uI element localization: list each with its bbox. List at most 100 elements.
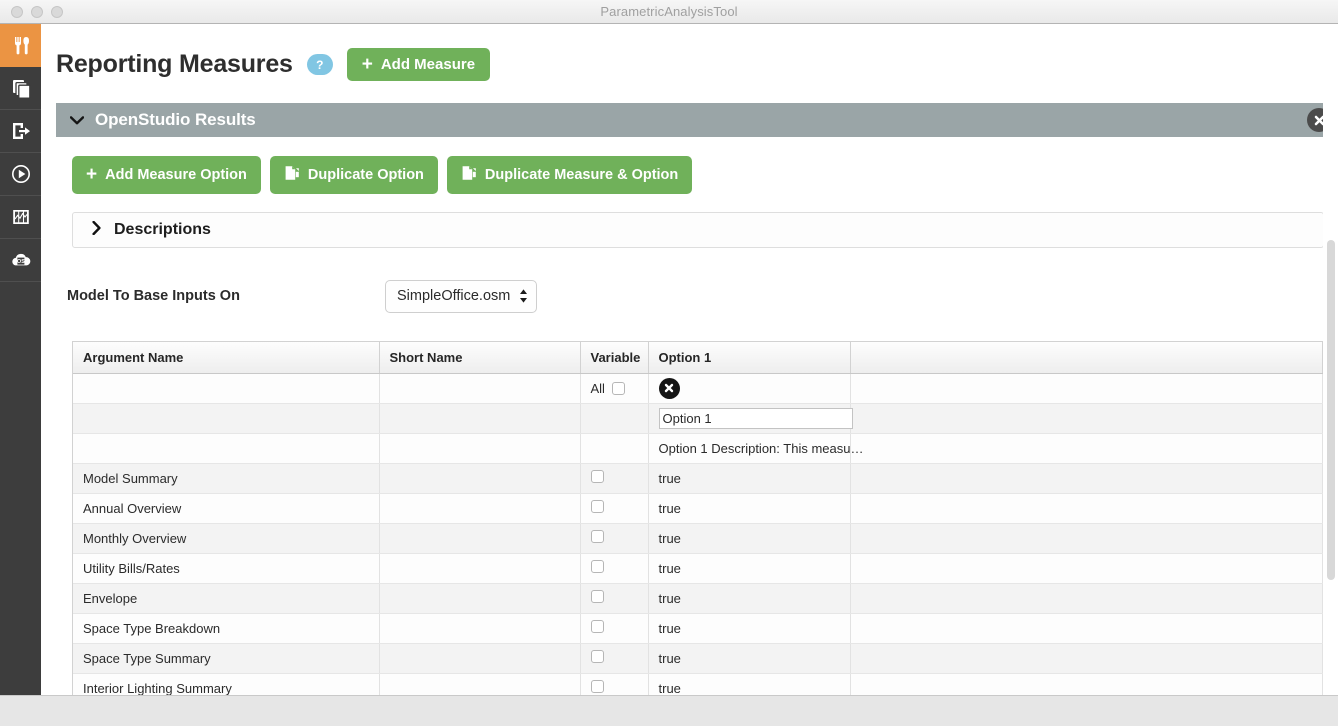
variable-cell [580, 403, 648, 433]
vertical-scrollbar[interactable] [1323, 28, 1338, 695]
spacer-cell [850, 403, 1323, 433]
chart-icon [10, 206, 32, 228]
variable-checkbox[interactable] [591, 650, 604, 663]
option-name-input[interactable] [659, 408, 853, 429]
table-head: Argument Name Short Name Variable Option… [73, 342, 1323, 374]
option-remove-cell [648, 373, 850, 403]
argument-name-cell: Envelope [73, 583, 379, 613]
sidebar-item-run[interactable] [0, 153, 41, 196]
left-sidebar: OS [0, 24, 41, 695]
argument-name-cell: Annual Overview [73, 493, 379, 523]
copy-layers-icon [10, 77, 32, 99]
add-measure-button[interactable]: + Add Measure [347, 48, 490, 81]
argument-name-cell: Utility Bills/Rates [73, 553, 379, 583]
argument-name-cell [73, 373, 379, 403]
select-all-checkbox[interactable] [612, 382, 625, 395]
spacer-cell [850, 433, 1323, 463]
spacer-cell [850, 553, 1323, 583]
column-header-variable[interactable]: Variable [580, 342, 648, 374]
scrollbar-thumb[interactable] [1327, 240, 1335, 580]
arguments-table: Argument Name Short Name Variable Option… [73, 342, 1323, 695]
option-value-cell[interactable]: true [648, 523, 850, 553]
add-measure-label: Add Measure [381, 57, 475, 72]
sidebar-item-cloud[interactable]: OS [0, 239, 41, 282]
short-name-cell[interactable] [379, 493, 580, 523]
short-name-cell [379, 373, 580, 403]
window-titlebar: ParametricAnalysisTool [0, 0, 1338, 24]
variable-cell [580, 673, 648, 695]
variable-checkbox[interactable] [591, 620, 604, 633]
chevron-right-icon[interactable] [92, 221, 101, 238]
help-icon[interactable]: ? [307, 54, 333, 75]
spacer-cell [850, 583, 1323, 613]
page-header: Reporting Measures ? + Add Measure [41, 28, 1338, 81]
variable-checkbox[interactable] [591, 590, 604, 603]
remove-option-button[interactable] [659, 378, 680, 399]
window-title: ParametricAnalysisTool [0, 4, 1338, 19]
play-circle-icon [10, 163, 32, 185]
cloud-os-icon: OS [9, 249, 33, 271]
variable-all-cell: All [580, 373, 648, 403]
spacer-cell [850, 463, 1323, 493]
option-description-row: Option 1 Description: This measu… [73, 433, 1323, 463]
table-row: Interior Lighting Summary true [73, 673, 1323, 695]
variable-checkbox[interactable] [591, 680, 604, 693]
duplicate-measure-option-label: Duplicate Measure & Option [485, 168, 678, 183]
close-icon [664, 381, 674, 396]
variable-cell [580, 613, 648, 643]
add-measure-option-button[interactable]: + Add Measure Option [72, 156, 261, 194]
argument-name-cell: Space Type Breakdown [73, 613, 379, 643]
option-value-cell[interactable]: true [648, 673, 850, 695]
short-name-cell[interactable] [379, 523, 580, 553]
short-name-cell[interactable] [379, 463, 580, 493]
arguments-table-wrapper: Argument Name Short Name Variable Option… [72, 341, 1324, 695]
table-header-row: Argument Name Short Name Variable Option… [73, 342, 1323, 374]
variable-cell [580, 643, 648, 673]
variable-checkbox[interactable] [591, 500, 604, 513]
short-name-cell[interactable] [379, 673, 580, 695]
plus-icon: + [86, 167, 97, 182]
option-value-cell[interactable]: true [648, 643, 850, 673]
main-content: Reporting Measures ? + Add Measure OpenS… [41, 28, 1338, 695]
argument-name-cell: Interior Lighting Summary [73, 673, 379, 695]
variable-checkbox[interactable] [591, 530, 604, 543]
model-base-select[interactable]: SimpleOffice.osm [385, 280, 537, 313]
duplicate-option-label: Duplicate Option [308, 168, 424, 183]
short-name-cell[interactable] [379, 583, 580, 613]
variable-checkbox[interactable] [591, 560, 604, 573]
all-label: All [591, 381, 605, 396]
sidebar-item-measures[interactable] [0, 24, 41, 67]
variable-cell [580, 523, 648, 553]
option-value-cell[interactable]: true [648, 493, 850, 523]
argument-name-cell [73, 433, 379, 463]
sidebar-item-results[interactable] [0, 196, 41, 239]
option-value-cell[interactable]: true [648, 553, 850, 583]
duplicate-option-button[interactable]: Duplicate Option [270, 156, 438, 194]
table-row: Utility Bills/Rates true [73, 553, 1323, 583]
chevron-down-icon[interactable] [70, 113, 84, 128]
argument-name-cell: Model Summary [73, 463, 379, 493]
table-row: Monthly Overview true [73, 523, 1323, 553]
option-value-cell[interactable]: true [648, 583, 850, 613]
short-name-cell[interactable] [379, 553, 580, 583]
duplicate-icon [284, 165, 300, 185]
column-header-short-name[interactable]: Short Name [379, 342, 580, 374]
column-header-argument-name[interactable]: Argument Name [73, 342, 379, 374]
variable-checkbox[interactable] [591, 470, 604, 483]
sidebar-item-export[interactable] [0, 110, 41, 153]
short-name-cell[interactable] [379, 613, 580, 643]
sidebar-item-duplicate[interactable] [0, 67, 41, 110]
column-header-option-1[interactable]: Option 1 [648, 342, 850, 374]
option-value-cell[interactable]: true [648, 613, 850, 643]
descriptions-section[interactable]: Descriptions [72, 212, 1324, 248]
spacer-cell [850, 523, 1323, 553]
spacer-cell [850, 493, 1323, 523]
plus-icon: + [362, 57, 373, 72]
model-base-selected-value: SimpleOffice.osm [397, 288, 510, 304]
duplicate-measure-option-button[interactable]: Duplicate Measure & Option [447, 156, 692, 194]
page-title: Reporting Measures [56, 50, 293, 79]
option-description-cell[interactable]: Option 1 Description: This measu… [648, 433, 850, 463]
measure-section-header[interactable]: OpenStudio Results [56, 103, 1324, 137]
option-value-cell[interactable]: true [648, 463, 850, 493]
short-name-cell[interactable] [379, 643, 580, 673]
